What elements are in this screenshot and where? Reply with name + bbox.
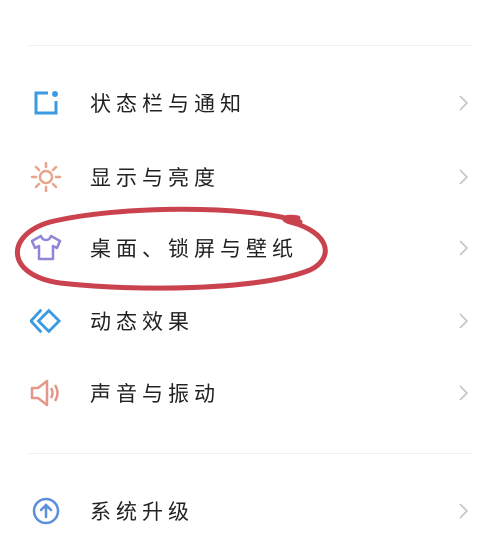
- settings-item-label: 动态效果: [90, 310, 194, 334]
- speaker-icon: [30, 377, 62, 409]
- status-bar-icon: [30, 87, 62, 119]
- chevron-right-icon: [459, 169, 468, 185]
- settings-item-animation[interactable]: 动态效果: [0, 291, 500, 351]
- settings-item-label: 显示与亮度: [90, 166, 220, 190]
- sun-icon: [30, 161, 62, 193]
- divider: [28, 45, 472, 46]
- upgrade-arrow-icon: [30, 495, 62, 527]
- settings-item-sound[interactable]: 声音与振动: [0, 363, 500, 423]
- settings-item-label: 桌面、锁屏与壁纸: [90, 237, 298, 261]
- chevron-right-icon: [459, 313, 468, 329]
- settings-item-status-bar[interactable]: 状态栏与通知: [0, 73, 500, 133]
- settings-item-system-upgrade[interactable]: 系统升级: [0, 481, 500, 541]
- diamonds-icon: [30, 305, 62, 337]
- chevron-right-icon: [459, 503, 468, 519]
- settings-item-label: 系统升级: [90, 500, 194, 524]
- tshirt-icon: [30, 232, 62, 264]
- settings-item-label: 状态栏与通知: [90, 92, 246, 116]
- divider: [28, 453, 472, 454]
- settings-item-display[interactable]: 显示与亮度: [0, 147, 500, 207]
- chevron-right-icon: [459, 240, 468, 256]
- settings-item-desktop-wallpaper[interactable]: 桌面、锁屏与壁纸: [0, 218, 500, 278]
- chevron-right-icon: [459, 95, 468, 111]
- settings-item-label: 声音与振动: [90, 382, 220, 406]
- chevron-right-icon: [459, 385, 468, 401]
